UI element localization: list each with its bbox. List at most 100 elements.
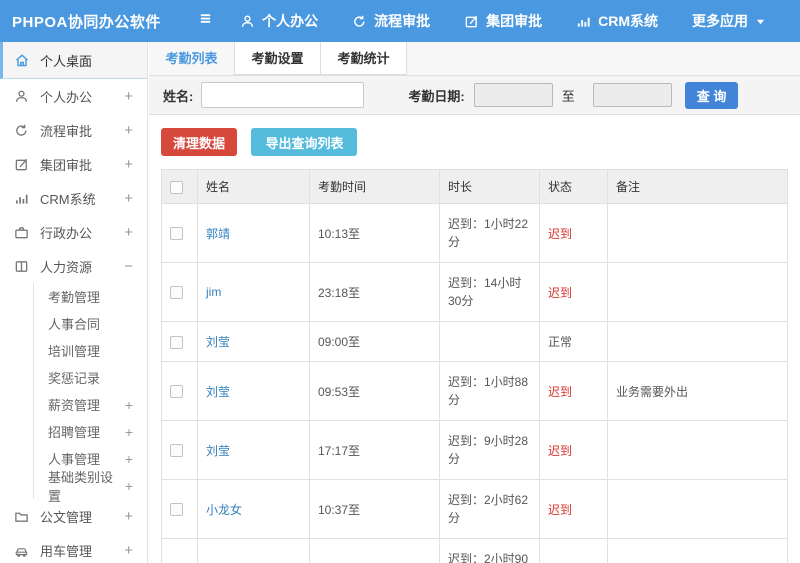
sidebar-hr-submenu: 考勤管理 人事合同 培训管理 奖惩记录 薪资管理 + 招聘管理 + 人事管理 +… — [33, 283, 147, 504]
person-icon — [14, 88, 31, 104]
main-content: 考勤列表 考勤设置 考勤统计 姓名: 考勤日期: 至 查 询 清理数据 导出查询… — [149, 42, 800, 563]
row-duration: 迟到：2小时90分 早退：7小时10分 — [439, 538, 540, 563]
select-all-checkbox[interactable] — [170, 180, 183, 194]
sidebar-item-label: 用车管理 — [40, 543, 93, 559]
sidebar-sub-item-label: 奖惩记录 — [48, 371, 101, 386]
column-header-duration: 时长 — [439, 169, 540, 204]
sidebar-item-crm[interactable]: CRM系统 + — [0, 181, 147, 215]
row-time: 10:13至 — [309, 203, 440, 263]
row-name-link[interactable]: 刘莹 — [206, 335, 230, 349]
nav-item-personal-office[interactable]: 个人办公 — [240, 11, 318, 31]
row-checkbox[interactable] — [170, 503, 183, 517]
date-to-input[interactable] — [592, 83, 672, 107]
menu-toggle-button[interactable] — [188, 11, 222, 31]
row-name-link[interactable]: 刘莹 — [206, 444, 230, 458]
expand-plus-icon: + — [124, 87, 133, 105]
book-icon — [14, 258, 31, 274]
nav-item-label: 流程审批 — [374, 13, 431, 29]
app-logo: PHPOA协同办公软件 — [12, 13, 161, 31]
sidebar-item-label: 人力资源 — [40, 259, 93, 275]
sidebar-item-vehicles[interactable]: 用车管理 + — [0, 533, 147, 563]
sidebar-sub-item[interactable]: 考勤管理 — [34, 283, 147, 310]
sidebar-item-label: 个人办公 — [40, 89, 93, 105]
sidebar-item-group-approval[interactable]: 集团审批 + — [0, 147, 147, 181]
sidebar-item-personal-office[interactable]: 个人办公 + — [0, 79, 147, 113]
row-name-link[interactable]: jim — [206, 285, 221, 299]
table-row: 郭靖 10:13至 迟到：1小时22分 迟到 — [161, 203, 788, 263]
row-name-link[interactable]: 刘莹 — [206, 385, 230, 399]
nav-item-crm[interactable]: CRM系统 — [576, 11, 658, 31]
bar-chart-icon — [14, 190, 31, 206]
sidebar-item-workflow-approval[interactable]: 流程审批 + — [0, 113, 147, 147]
row-name-link[interactable]: 小龙女 — [206, 503, 242, 517]
row-time: 09:00至 — [309, 321, 440, 362]
export-list-button[interactable]: 导出查询列表 — [251, 128, 358, 156]
table-row: 刘莹 09:53至 迟到：1小时88分 迟到 业务需要外出 — [161, 361, 788, 421]
column-header-remark: 备注 — [607, 169, 788, 204]
sidebar-sub-item[interactable]: 人事合同 — [34, 310, 147, 337]
sidebar-sub-item-label: 基础类别设置 — [48, 469, 114, 504]
row-checkbox[interactable] — [170, 286, 183, 300]
row-duration: 迟到：1小时22分 — [439, 203, 540, 263]
table-row: 小龙女 10:37至 迟到：2小时62分 迟到 — [161, 479, 788, 539]
sidebar-sub-item[interactable]: 奖惩记录 — [34, 364, 147, 391]
date-from-input[interactable] — [473, 83, 553, 107]
row-status: 迟到 — [539, 361, 608, 421]
sidebar-item-desktop[interactable]: 个人桌面 — [0, 42, 147, 79]
car-icon — [14, 542, 31, 558]
row-remark — [607, 420, 788, 480]
row-checkbox[interactable] — [170, 444, 183, 458]
expand-plus-icon: + — [124, 477, 133, 494]
sidebar-sub-item[interactable]: 薪资管理 + — [34, 391, 147, 418]
edit-icon — [14, 156, 31, 172]
date-to-separator: 至 — [561, 88, 575, 104]
sidebar-sub-item[interactable]: 培训管理 — [34, 337, 147, 364]
clean-data-button[interactable]: 清理数据 — [161, 128, 238, 156]
sidebar: 个人桌面 个人办公 + 流程审批 + 集团审批 + CRM系统 + 行政办公 +… — [0, 42, 148, 563]
tab-attendance-settings[interactable]: 考勤设置 — [235, 42, 321, 75]
sidebar-item-administration[interactable]: 行政办公 + — [0, 215, 147, 249]
name-input[interactable] — [201, 82, 365, 108]
column-header-time: 考勤时间 — [309, 169, 440, 204]
expand-plus-icon: + — [124, 223, 133, 241]
workflow-icon — [14, 122, 31, 138]
tab-attendance-stats[interactable]: 考勤统计 — [321, 42, 407, 75]
row-checkbox[interactable] — [170, 227, 183, 241]
folder-icon — [14, 508, 31, 524]
row-status: 迟到 — [539, 420, 608, 480]
sidebar-sub-item[interactable]: 招聘管理 + — [34, 418, 147, 445]
expand-plus-icon: + — [124, 396, 133, 413]
row-status: 迟到 — [539, 262, 608, 322]
table-header-row: 姓名 考勤时间 时长 状态 备注 — [161, 169, 788, 204]
expand-plus-icon: + — [124, 189, 133, 207]
nav-item-more-apps[interactable]: 更多应用 — [692, 11, 766, 31]
row-duration: 迟到：1小时88分 — [439, 361, 540, 421]
search-toolbar: 姓名: 考勤日期: 至 查 询 — [149, 76, 800, 115]
sidebar-item-label: 个人桌面 — [40, 53, 93, 69]
app-window: PHPOA协同办公软件 个人办公 流程审批 集团审批 CRM系统 更多应用 个人… — [0, 0, 800, 563]
tab-bar: 考勤列表 考勤设置 考勤统计 — [149, 42, 800, 76]
nav-item-workflow-approval[interactable]: 流程审批 — [352, 11, 430, 31]
row-status: 迟到/早退 — [539, 538, 608, 563]
nav-item-label: 更多应用 — [692, 13, 748, 29]
query-button[interactable]: 查 询 — [684, 81, 739, 109]
row-time: 17:17至 — [309, 420, 440, 480]
attendance-table-body: 郭靖 10:13至 迟到：1小时22分 迟到 jim 23:18至 迟到：14小… — [161, 203, 788, 563]
caret-down-icon — [755, 17, 766, 26]
hamburger-icon — [197, 11, 214, 31]
nav-item-group-approval[interactable]: 集团审批 — [464, 11, 542, 31]
row-time: 10:54至10:54 — [309, 538, 440, 563]
sidebar-sub-item[interactable]: 基础类别设置 + — [34, 470, 147, 504]
row-time: 10:37至 — [309, 479, 440, 539]
tab-attendance-list[interactable]: 考勤列表 — [149, 42, 235, 75]
table-row: 刘莹 17:17至 迟到：9小时28分 迟到 — [161, 420, 788, 480]
column-header-status: 状态 — [539, 169, 608, 204]
sidebar-item-hr[interactable]: 人力资源 − — [0, 249, 147, 283]
row-checkbox[interactable] — [170, 335, 183, 349]
column-header-name: 姓名 — [197, 169, 310, 204]
row-name-link[interactable]: 郭靖 — [206, 227, 230, 241]
row-duration: 迟到：9小时28分 — [439, 420, 540, 480]
row-remark — [607, 203, 788, 263]
row-checkbox[interactable] — [170, 385, 183, 399]
attendance-table: 姓名 考勤时间 时长 状态 备注 郭靖 10:13至 迟到：1小时22分 迟到 … — [161, 169, 788, 563]
